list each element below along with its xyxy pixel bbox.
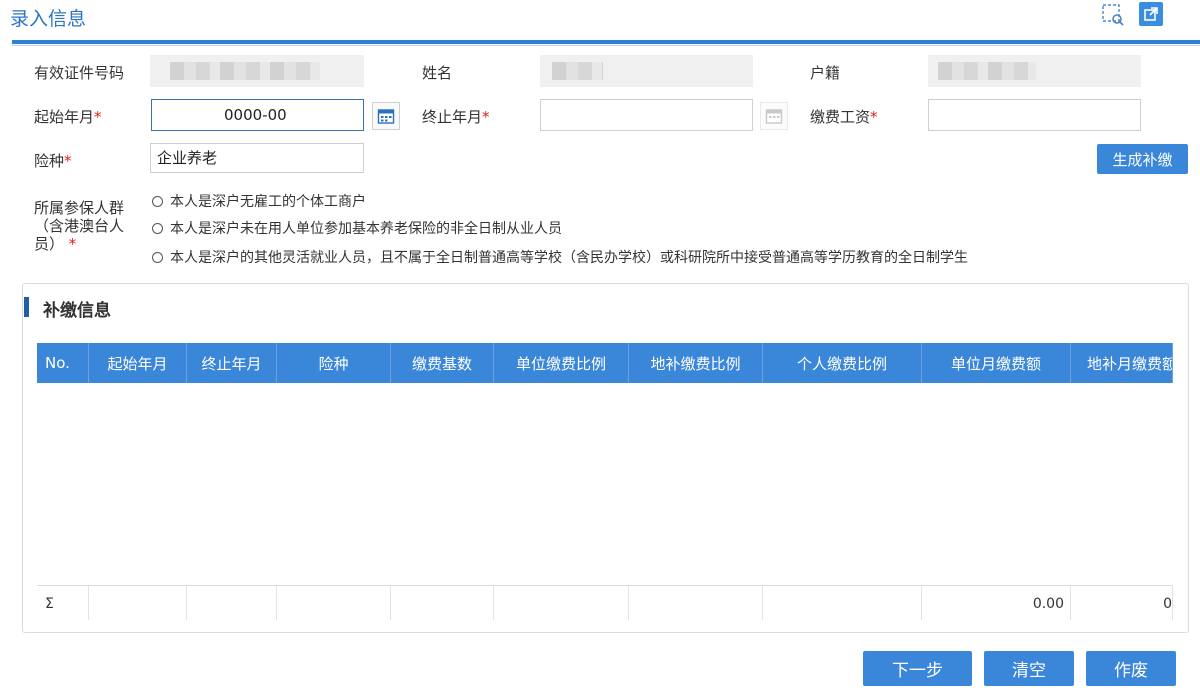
- household-label: 户籍: [810, 64, 841, 82]
- column-header[interactable]: 地补月缴费额: [1071, 343, 1173, 383]
- end-month-input[interactable]: [540, 99, 753, 131]
- id-number-label: 有效证件号码: [34, 64, 125, 82]
- column-header[interactable]: 个人缴费比例: [763, 343, 922, 383]
- name-field: [540, 55, 753, 87]
- radio-circle[interactable]: [152, 222, 163, 234]
- table-cell: [277, 586, 391, 620]
- column-header[interactable]: No.: [37, 343, 89, 383]
- calendar-icon[interactable]: [760, 102, 788, 130]
- table-cell: [629, 586, 763, 620]
- calendar-icon[interactable]: [372, 102, 400, 130]
- table-cell: [763, 586, 922, 620]
- table-cell: [391, 586, 494, 620]
- panel-title-marker: [24, 297, 29, 317]
- window-title: 录入信息: [10, 8, 87, 30]
- wage-input[interactable]: [928, 99, 1141, 131]
- column-header[interactable]: 起始年月: [89, 343, 187, 383]
- column-header[interactable]: 地补缴费比例: [629, 343, 763, 383]
- generate-button[interactable]: 生成补缴: [1097, 144, 1188, 174]
- next-step-button[interactable]: 下一步: [863, 651, 972, 686]
- column-header[interactable]: 单位月缴费额: [922, 343, 1071, 383]
- column-header[interactable]: 险种: [277, 343, 391, 383]
- popout-icon[interactable]: [1139, 2, 1163, 26]
- header-divider-light: [12, 45, 1200, 46]
- supplement-table: No. 起始年月 终止年月 险种 缴费基数 单位缴费比例 地补缴费比例 个人缴费…: [37, 343, 1173, 620]
- insured-group-label: 所属参保人群 （含港澳台人 员） *: [34, 199, 125, 253]
- table-cell: 0: [1071, 586, 1173, 620]
- clear-button[interactable]: 清空: [984, 651, 1074, 686]
- table-header: No. 起始年月 终止年月 险种 缴费基数 单位缴费比例 地补缴费比例 个人缴费…: [37, 343, 1173, 383]
- start-month-input[interactable]: 0000-00: [151, 99, 364, 131]
- column-header[interactable]: 缴费基数: [391, 343, 494, 383]
- radio-circle[interactable]: [152, 195, 163, 207]
- panel-title: 补缴信息: [43, 301, 111, 321]
- table-sum-row: Σ 0.00 0: [37, 585, 1173, 620]
- table-cell: [494, 586, 629, 620]
- table-cell: [89, 586, 187, 620]
- column-header[interactable]: 单位缴费比例: [494, 343, 629, 383]
- column-header[interactable]: 终止年月: [187, 343, 277, 383]
- header-divider: [12, 40, 1200, 44]
- insurance-label: 险种*: [34, 152, 72, 170]
- wage-label: 缴费工资*: [810, 108, 878, 126]
- table-cell: [187, 586, 277, 620]
- table-cell: 0.00: [922, 586, 1071, 620]
- end-month-label: 终止年月*: [422, 108, 490, 126]
- id-number-field: [150, 55, 364, 87]
- radio-option-2[interactable]: 本人是深户未在用人单位参加基本养老保险的非全日制从业人员: [152, 218, 562, 238]
- name-label: 姓名: [422, 64, 453, 82]
- radio-option-1[interactable]: 本人是深户无雇工的个体工商户: [152, 191, 366, 211]
- insurance-select[interactable]: 企业养老: [150, 143, 364, 173]
- expand-icon[interactable]: [1100, 2, 1124, 26]
- radio-circle[interactable]: [152, 251, 163, 263]
- start-month-label: 起始年月*: [34, 108, 102, 126]
- household-field: [928, 55, 1141, 87]
- radio-option-3[interactable]: 本人是深户的其他灵活就业人员，且不属于全日制普通高等学校（含民办学校）或科研院所…: [152, 247, 968, 267]
- sum-symbol: Σ: [37, 586, 89, 620]
- void-button[interactable]: 作废: [1086, 651, 1176, 686]
